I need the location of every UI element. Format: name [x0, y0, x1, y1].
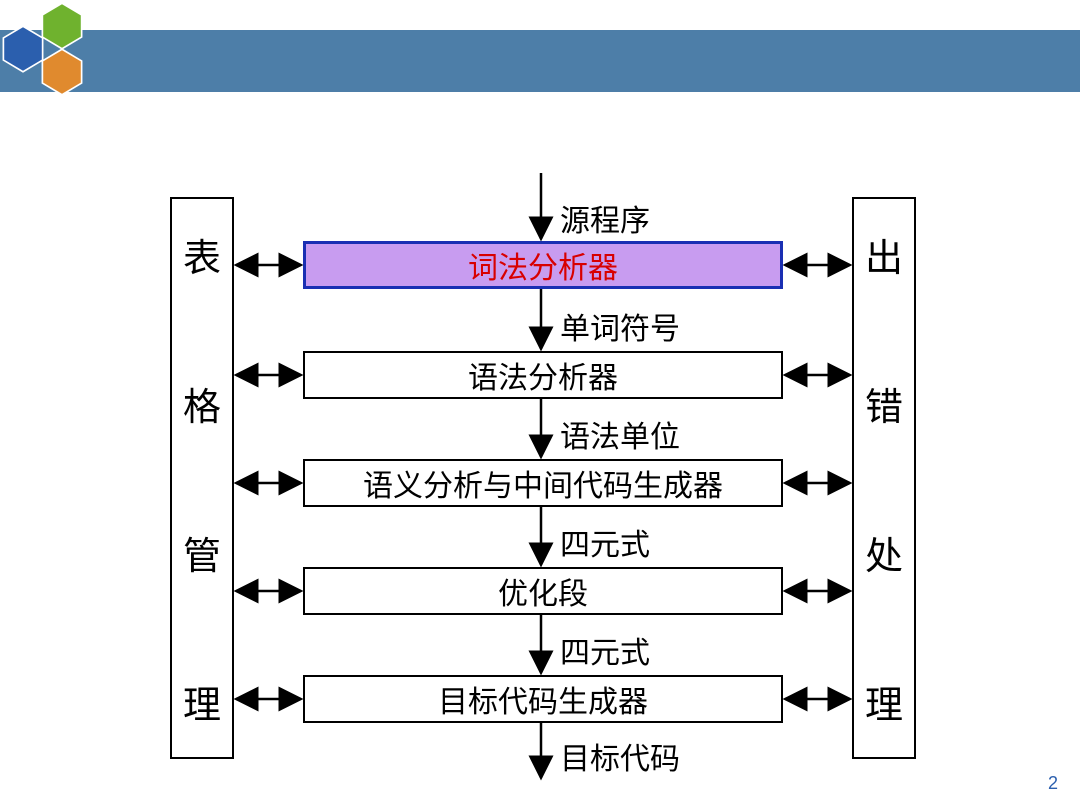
node-parser-label: 语法分析器: [468, 353, 618, 397]
right-char-1: 出: [865, 227, 903, 282]
right-sidebar-box: 出 错 处 理: [852, 197, 916, 759]
left-char-2: 格: [183, 376, 221, 431]
right-char-4: 理: [865, 674, 903, 729]
right-char-2: 错: [865, 376, 903, 431]
node-lexer-label: 词法分析器: [468, 243, 618, 287]
node-lexer: 词法分析器: [303, 241, 783, 289]
node-semantic-label: 语义分析与中间代码生成器: [363, 461, 723, 505]
edge-label-src: 源程序: [560, 196, 650, 240]
header-band: [0, 30, 1080, 92]
page-number: 2: [1048, 773, 1058, 794]
node-semantic: 语义分析与中间代码生成器: [303, 459, 783, 507]
left-char-4: 理: [183, 674, 221, 729]
edge-label-token: 单词符号: [560, 304, 680, 348]
edge-label-target: 目标代码: [560, 734, 680, 778]
node-optimize-label: 优化段: [498, 569, 588, 613]
left-char-1: 表: [183, 227, 221, 282]
left-char-3: 管: [183, 525, 221, 580]
edge-label-quad1: 四元式: [560, 520, 650, 564]
node-optimize: 优化段: [303, 567, 783, 615]
node-parser: 语法分析器: [303, 351, 783, 399]
edge-label-unit: 语法单位: [560, 412, 680, 456]
edge-label-quad2: 四元式: [560, 628, 650, 672]
hex-logo: [2, 2, 122, 112]
node-codegen-label: 目标代码生成器: [438, 677, 648, 721]
node-codegen: 目标代码生成器: [303, 675, 783, 723]
left-sidebar-box: 表 格 管 理: [170, 197, 234, 759]
right-char-3: 处: [865, 525, 903, 580]
